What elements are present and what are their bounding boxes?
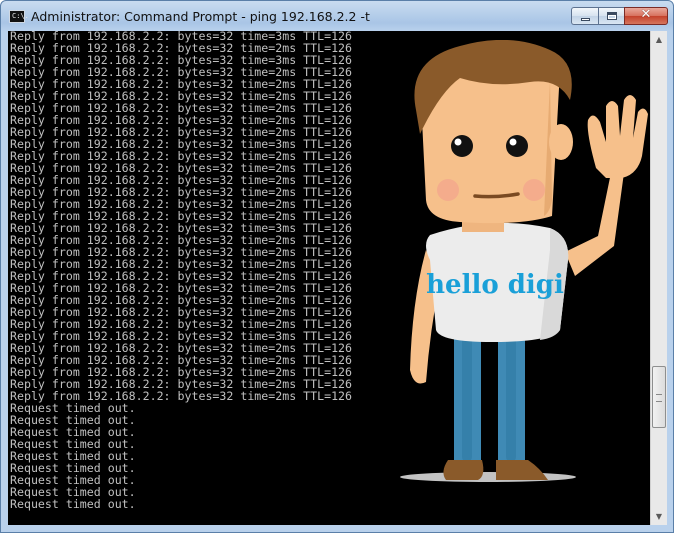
close-icon: ✕ [640, 7, 652, 22]
minimize-icon [581, 18, 590, 21]
shirt-text: hello digi [426, 270, 564, 300]
mascot-shadow [400, 472, 576, 482]
cmd-app-icon[interactable]: C:\. [9, 10, 29, 23]
console-line: Request timed out. [10, 497, 136, 511]
window-title: Administrator: Command Prompt - ping 192… [31, 9, 370, 24]
console-lines: Reply from 192.168.2.2: bytes=32 time=3m… [10, 31, 352, 510]
mascot-left-eye [451, 135, 473, 157]
mascot-right-cheek [523, 179, 545, 201]
vertical-scrollbar[interactable]: ▲ ▼ [650, 31, 667, 525]
maximize-icon [607, 12, 617, 20]
caption-buttons: ✕ [571, 7, 668, 27]
maximize-button[interactable] [598, 7, 624, 25]
waving-hand-icon [587, 95, 648, 178]
close-button[interactable]: ✕ [624, 7, 668, 25]
mascot-illustration: hello digi [400, 40, 648, 482]
minimize-button[interactable] [571, 7, 598, 25]
title-bar[interactable]: C:\. Administrator: Command Prompt - pin… [1, 1, 673, 31]
cmd-icon-text: C:\. [12, 12, 29, 20]
mascot-ear [549, 124, 573, 160]
scrollbar-grip [656, 394, 662, 402]
mascot-right-eye [506, 135, 528, 157]
mascot-left-cheek [437, 179, 459, 201]
mascot-left-shoe [443, 460, 484, 480]
scrollbar-thumb[interactable] [652, 366, 666, 428]
scroll-up-icon[interactable]: ▲ [651, 31, 667, 48]
scroll-down-icon[interactable]: ▼ [651, 508, 667, 525]
mascot-right-shoe [496, 460, 548, 480]
